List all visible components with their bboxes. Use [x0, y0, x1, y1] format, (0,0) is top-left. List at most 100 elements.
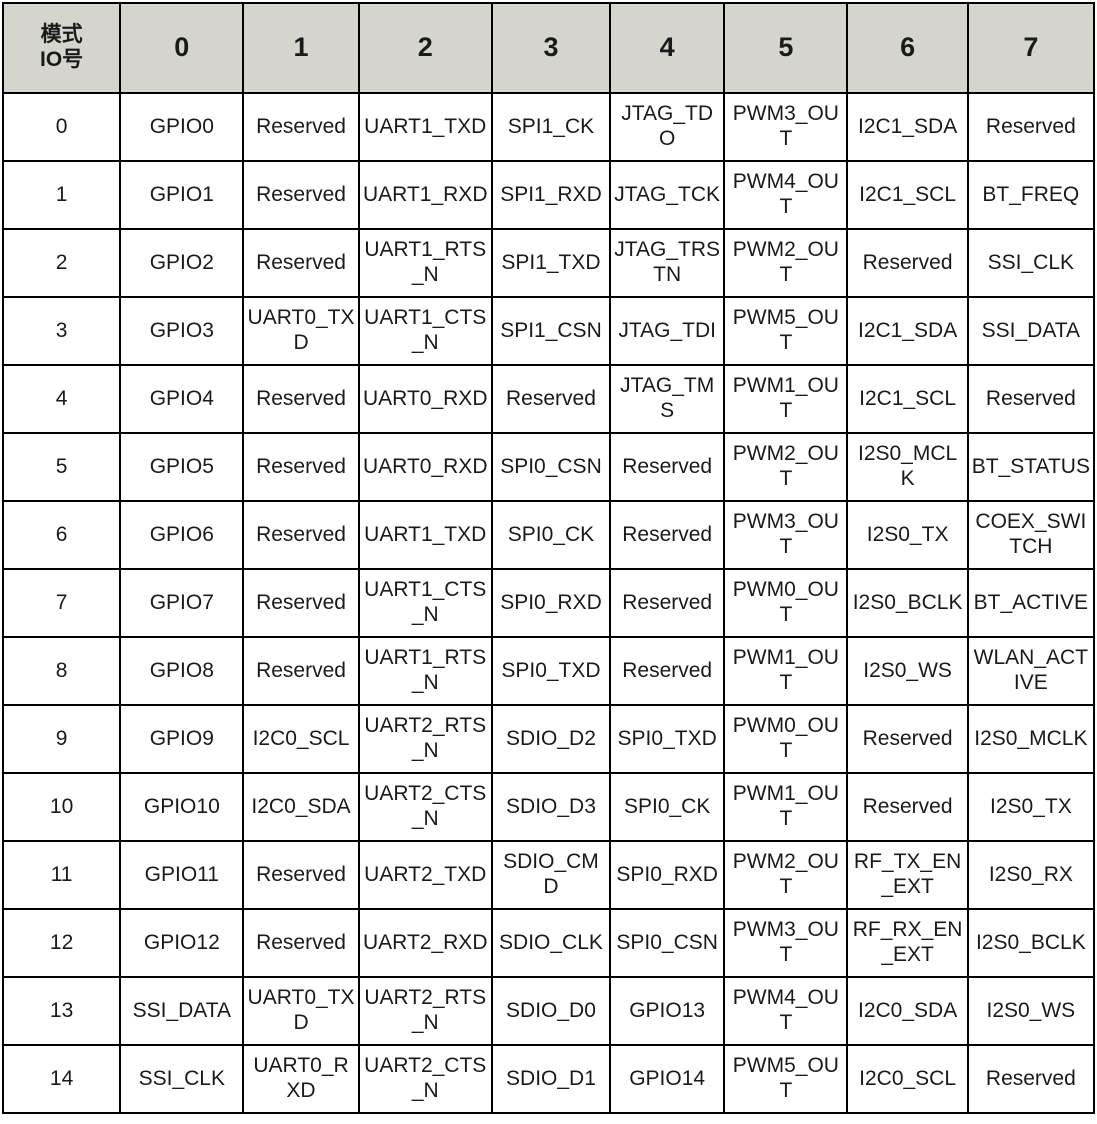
corner-header-cell: 模式 IO号	[1, 2, 122, 94]
pin-function-cell: Reserved	[609, 432, 726, 502]
pin-function-cell: UART2_CTS_N	[357, 772, 493, 842]
table-row: 7 GPIO7 Reserved UART1_CTS_N SPI0_RXD Reserve…	[1, 568, 1096, 638]
pin-function-cell: Reserved	[242, 636, 360, 706]
pin-function-cell: UART0_RXD	[242, 1044, 360, 1114]
pin-function-cell: Reserved	[609, 636, 726, 706]
pin-function-cell: SPI1_TXD	[490, 228, 612, 298]
pin-function-cell: Reserved	[846, 772, 969, 842]
pin-function-cell: SDIO_CMD	[490, 840, 612, 910]
pin-function-cell: UART1_RTS_N	[357, 228, 493, 298]
pin-function-cell: SSI_DATA	[966, 296, 1096, 366]
io-number-cell: 10	[1, 772, 122, 842]
pin-function-cell: Reserved	[846, 704, 969, 774]
pin-function-cell: UART2_RXD	[357, 908, 493, 978]
pin-function-cell: GPIO6	[119, 500, 245, 570]
pin-function-cell: Reserved	[242, 500, 360, 570]
pin-function-cell: PWM1_OUT	[723, 772, 849, 842]
pin-function-cell: I2C0_SCL	[242, 704, 360, 774]
pin-function-cell: UART1_RXD	[357, 160, 493, 230]
pin-function-cell: I2S0_MCLK	[846, 432, 969, 502]
pin-function-cell: JTAG_TDI	[609, 296, 726, 366]
column-header-mode-4: 4	[609, 2, 726, 94]
pin-function-cell: GPIO12	[119, 908, 245, 978]
pin-function-cell: PWM1_OUT	[723, 636, 849, 706]
pin-function-cell: BT_STATUS	[966, 432, 1096, 502]
pin-function-cell: GPIO11	[119, 840, 245, 910]
header-row: 模式 IO号 0 1 2 3 4 5 6 7	[1, 2, 1096, 94]
pin-function-cell: UART1_RTS_N	[357, 636, 493, 706]
pin-function-cell: GPIO14	[609, 1044, 726, 1114]
pin-function-cell: I2C1_SDA	[846, 92, 969, 162]
gpio-pinmux-table: 模式 IO号 0 1 2 3 4 5 6 7 0 GPIO0 Reserved UAR…	[1, 2, 1096, 1114]
pin-function-cell: UART0_RXD	[357, 364, 493, 434]
pin-function-cell: Reserved	[242, 432, 360, 502]
pin-function-cell: UART2_RTS_N	[357, 976, 493, 1046]
column-header-mode-7: 7	[966, 2, 1096, 94]
column-header-mode-1: 1	[242, 2, 360, 94]
io-number-cell: 8	[1, 636, 122, 706]
pin-function-cell: Reserved	[490, 364, 612, 434]
pin-function-cell: SDIO_D0	[490, 976, 612, 1046]
pin-function-cell: COEX_SWITCH	[966, 500, 1096, 570]
pin-function-cell: Reserved	[846, 228, 969, 298]
pin-function-cell: JTAG_TMS	[609, 364, 726, 434]
pin-function-cell: I2C0_SDA	[846, 976, 969, 1046]
pin-function-cell: UART0_TXD	[242, 976, 360, 1046]
pin-function-cell: I2S0_RX	[966, 840, 1096, 910]
pin-function-cell: I2C0_SDA	[242, 772, 360, 842]
pin-function-cell: GPIO10	[119, 772, 245, 842]
pin-function-cell: SPI0_CSN	[609, 908, 726, 978]
pin-function-cell: PWM4_OUT	[723, 976, 849, 1046]
table-row: 10 GPIO10 I2C0_SDA UART2_CTS_N SDIO_D3 SPI0_C…	[1, 772, 1096, 842]
pin-function-cell: BT_FREQ	[966, 160, 1096, 230]
pin-function-cell: SPI1_CSN	[490, 296, 612, 366]
pin-function-cell: SPI1_CK	[490, 92, 612, 162]
pin-function-cell: UART0_TXD	[242, 296, 360, 366]
pin-function-cell: I2S0_BCLK	[966, 908, 1096, 978]
pin-function-cell: RF_RX_EN_EXT	[846, 908, 969, 978]
pin-function-cell: Reserved	[966, 1044, 1096, 1114]
io-number-cell: 1	[1, 160, 122, 230]
pin-function-cell: PWM4_OUT	[723, 160, 849, 230]
io-number-cell: 14	[1, 1044, 122, 1114]
table-row: 11 GPIO11 Reserved UART2_TXD SDIO_CMD SPI0_RX…	[1, 840, 1096, 910]
pin-function-cell: Reserved	[242, 840, 360, 910]
pin-function-cell: SDIO_D2	[490, 704, 612, 774]
pin-function-cell: Reserved	[242, 364, 360, 434]
pin-function-cell: SPI0_RXD	[609, 840, 726, 910]
table-row: 2 GPIO2 Reserved UART1_RTS_N SPI1_TXD JTAG_TR…	[1, 228, 1096, 298]
pin-function-cell: I2C1_SDA	[846, 296, 969, 366]
pin-function-cell: I2S0_WS	[966, 976, 1096, 1046]
pin-function-cell: SDIO_D1	[490, 1044, 612, 1114]
pin-function-cell: UART2_CTS_N	[357, 1044, 493, 1114]
pin-function-cell: GPIO7	[119, 568, 245, 638]
pin-function-cell: GPIO1	[119, 160, 245, 230]
pin-function-cell: UART2_RTS_N	[357, 704, 493, 774]
pin-function-cell: GPIO9	[119, 704, 245, 774]
pin-function-cell: UART2_TXD	[357, 840, 493, 910]
pin-function-cell: PWM5_OUT	[723, 1044, 849, 1114]
pin-function-cell: GPIO4	[119, 364, 245, 434]
pin-function-cell: GPIO2	[119, 228, 245, 298]
pin-function-cell: PWM2_OUT	[723, 432, 849, 502]
column-header-mode-6: 6	[846, 2, 969, 94]
pin-function-cell: SPI0_CK	[609, 772, 726, 842]
pin-function-cell: JTAG_TDO	[609, 92, 726, 162]
corner-header-io-label: IO号	[40, 48, 84, 71]
io-number-cell: 11	[1, 840, 122, 910]
pin-function-cell: I2C1_SCL	[846, 160, 969, 230]
table-header: 模式 IO号 0 1 2 3 4 5 6 7	[1, 2, 1096, 94]
pin-function-cell: WLAN_ACTIVE	[966, 636, 1096, 706]
pin-function-cell: Reserved	[966, 364, 1096, 434]
pin-function-cell: SSI_DATA	[119, 976, 245, 1046]
pin-function-cell: UART0_RXD	[357, 432, 493, 502]
io-number-cell: 4	[1, 364, 122, 434]
pin-function-cell: Reserved	[242, 228, 360, 298]
pin-function-cell: PWM3_OUT	[723, 500, 849, 570]
pin-function-cell: I2S0_MCLK	[966, 704, 1096, 774]
table-row: 6 GPIO6 Reserved UART1_TXD SPI0_CK Reserved PW…	[1, 500, 1096, 570]
pin-function-cell: Reserved	[242, 568, 360, 638]
column-header-mode-5: 5	[723, 2, 849, 94]
pin-function-cell: SPI0_TXD	[609, 704, 726, 774]
pin-function-cell: PWM5_OUT	[723, 296, 849, 366]
